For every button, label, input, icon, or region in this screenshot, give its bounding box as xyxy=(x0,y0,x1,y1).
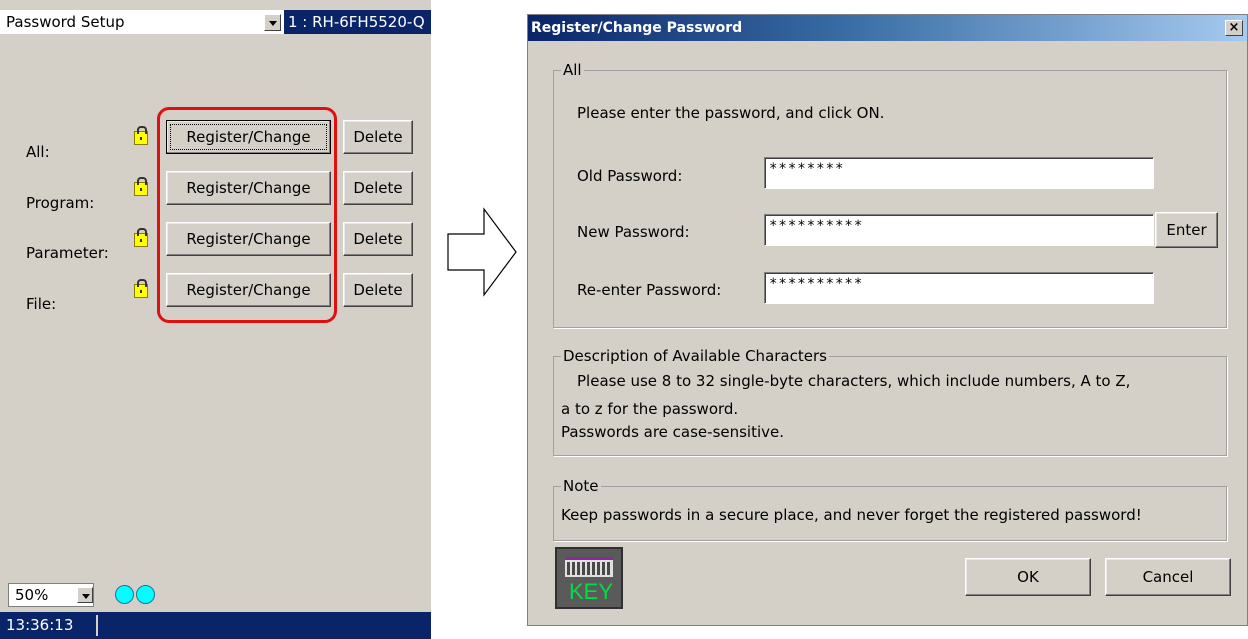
new-password-label: New Password: xyxy=(577,223,690,241)
row-label-file: File: xyxy=(26,295,57,313)
key-icon-label: KEY xyxy=(568,579,614,604)
delete-program-button[interactable]: Delete xyxy=(343,171,413,205)
status-bar: 13:36:13 xyxy=(0,612,431,639)
description-line-3: Passwords are case-sensitive. xyxy=(561,423,785,441)
dialog-title: Register/Change Password xyxy=(531,20,743,36)
keyboard-key-icon[interactable]: KEY xyxy=(555,547,623,609)
zoom-dropdown-arrow-icon[interactable] xyxy=(77,587,93,603)
description-group-legend: Description of Available Characters xyxy=(561,347,829,365)
description-line-1: Please use 8 to 32 single-byte character… xyxy=(577,372,1131,390)
zoom-select[interactable]: 50% xyxy=(8,583,94,607)
row-label-program: Program: xyxy=(26,194,95,212)
lock-icon xyxy=(134,126,148,145)
lock-icon xyxy=(134,279,148,298)
clock-time: 13:36:13 xyxy=(6,615,98,636)
old-password-field[interactable]: ******** xyxy=(764,157,1154,189)
robot-selector[interactable]: 1 : RH-6FH5520-Q xyxy=(284,10,431,34)
row-label-parameter: Parameter: xyxy=(26,244,109,262)
delete-parameter-button[interactable]: Delete xyxy=(343,222,413,256)
panel-header: Password Setup 1 : RH-6FH5520-Q xyxy=(0,10,431,34)
zoom-value: 50% xyxy=(15,586,49,604)
password-setup-panel: Password Setup 1 : RH-6FH5520-Q All: Reg… xyxy=(0,0,431,639)
status-indicator-2 xyxy=(136,585,155,604)
cancel-button[interactable]: Cancel xyxy=(1105,558,1231,596)
new-password-field[interactable]: ********** xyxy=(764,214,1154,246)
enter-button[interactable]: Enter xyxy=(1155,212,1218,248)
all-group-legend: All xyxy=(561,61,584,79)
lock-icon xyxy=(134,228,148,247)
reenter-password-field[interactable]: ********** xyxy=(764,272,1154,304)
description-line-2: a to z for the password. xyxy=(561,400,739,418)
lock-icon xyxy=(134,177,148,196)
delete-all-button[interactable]: Delete xyxy=(343,120,413,154)
close-icon[interactable]: × xyxy=(1225,20,1243,36)
dialog-titlebar: Register/Change Password × xyxy=(528,15,1247,41)
robot-dropdown-arrow-icon[interactable] xyxy=(264,14,281,31)
register-change-password-dialog: Register/Change Password × All Please en… xyxy=(527,14,1248,626)
panel-title: Password Setup xyxy=(6,13,125,31)
right-arrow-icon xyxy=(447,207,517,297)
register-buttons-highlight xyxy=(157,107,337,323)
status-indicator-1 xyxy=(115,585,134,604)
delete-file-button[interactable]: Delete xyxy=(343,273,413,307)
row-label-all: All: xyxy=(26,143,50,161)
ok-button[interactable]: OK xyxy=(965,558,1091,596)
keyboard-icon xyxy=(565,557,613,577)
note-text: Keep passwords in a secure place, and ne… xyxy=(561,506,1142,524)
instruction-text: Please enter the password, and click ON. xyxy=(577,104,885,122)
reenter-password-label: Re-enter Password: xyxy=(577,281,722,299)
note-group-legend: Note xyxy=(561,477,601,495)
old-password-label: Old Password: xyxy=(577,167,683,185)
